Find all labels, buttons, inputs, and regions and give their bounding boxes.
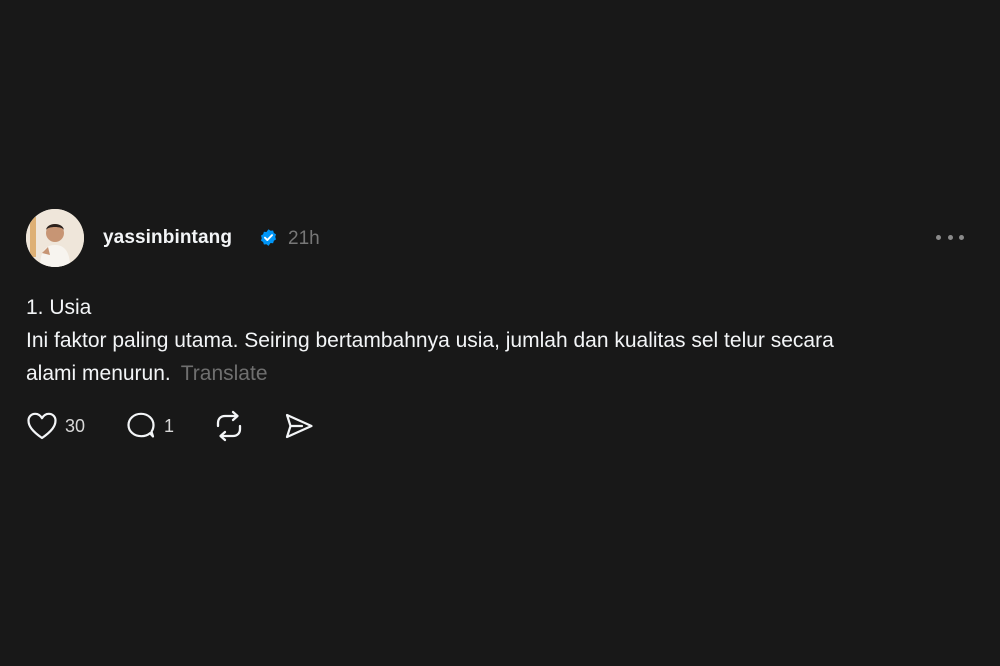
- translate-link[interactable]: Translate: [181, 362, 268, 385]
- repost-icon: [212, 409, 246, 443]
- reply-button[interactable]: 1: [125, 408, 174, 444]
- more-dot: [936, 235, 941, 240]
- more-icon[interactable]: [936, 235, 964, 241]
- repost-button[interactable]: [212, 408, 246, 444]
- username[interactable]: yassinbintang: [103, 227, 232, 249]
- thread-post: yassinbintang 21h 1. Usia Ini faktor pal…: [26, 208, 974, 442]
- share-button[interactable]: [283, 408, 315, 444]
- share-icon: [283, 410, 315, 442]
- post-text-line: alami menurun. Translate: [26, 357, 974, 390]
- verified-icon: [259, 228, 278, 247]
- reply-count: 1: [164, 415, 175, 436]
- post-header: yassinbintang 21h: [26, 208, 974, 267]
- avatar[interactable]: [26, 209, 84, 267]
- post-text-line: 1. Usia: [26, 296, 92, 319]
- more-dot: [947, 235, 953, 240]
- like-button[interactable]: 30: [26, 408, 85, 444]
- more-dot: [959, 235, 964, 240]
- post-text: 1. Usia Ini faktor paling utama. Seiring…: [26, 291, 974, 390]
- comment-icon: [125, 410, 157, 442]
- post-text-line: Ini faktor paling utama. Seiring bertamb…: [26, 329, 834, 352]
- post-time[interactable]: 21h: [288, 228, 320, 250]
- post-actions: 30 1: [26, 408, 426, 444]
- like-count: 30: [65, 415, 86, 436]
- heart-icon: [26, 411, 58, 441]
- post-text-line-content: alami menurun.: [26, 362, 171, 385]
